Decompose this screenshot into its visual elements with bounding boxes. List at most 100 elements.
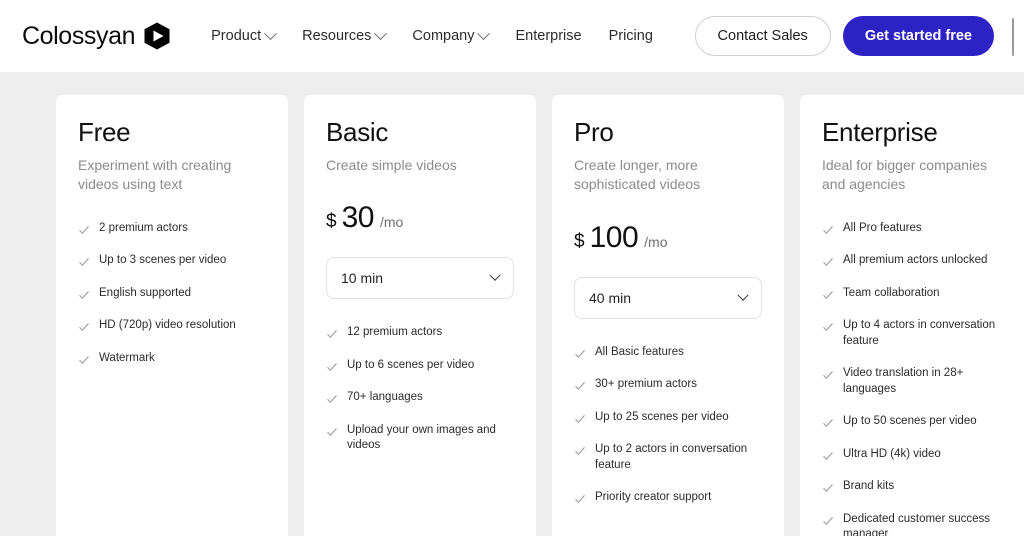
duration-select[interactable]: 40 min	[574, 276, 762, 319]
price-amount: 100	[589, 220, 639, 254]
feature-item: English supported	[78, 286, 266, 302]
price-period: /mo	[379, 214, 404, 231]
nav-item-label: Company	[412, 28, 475, 44]
feature-label: Up to 6 scenes per video	[347, 358, 475, 371]
feature-label: Dedicated customer success manager	[843, 512, 991, 536]
feature-label: Up to 2 actors in conversation feature	[595, 443, 748, 471]
pricing-page: Colossyan Product Resources Company Ente…	[0, 0, 1024, 536]
check-icon	[326, 425, 338, 437]
nav-item-enterprise[interactable]: Enterprise	[504, 20, 592, 52]
feature-label: 30+ premium actors	[595, 378, 697, 391]
duration-select[interactable]: 10 min	[326, 257, 514, 300]
plan-name: Enterprise	[822, 117, 938, 147]
plan-name: Free	[78, 117, 131, 147]
feature-label: All Pro features	[843, 221, 922, 234]
feature-item: Up to 4 actors in conversation feature	[822, 318, 1010, 349]
main-nav: Product Resources Company Enterprise Pri…	[200, 20, 664, 52]
check-icon	[574, 492, 586, 504]
plan-description: Experiment with creating videos using te…	[78, 157, 232, 193]
check-icon	[78, 255, 90, 267]
nav-item-product[interactable]: Product	[200, 20, 286, 52]
check-icon	[326, 360, 338, 372]
scrollbar-thumb[interactable]	[1012, 18, 1014, 56]
feature-label: All premium actors unlocked	[843, 254, 988, 267]
feature-label: English supported	[99, 286, 192, 299]
feature-label: Up to 25 scenes per video	[595, 410, 729, 423]
price-currency: $	[326, 211, 337, 233]
feature-label: Up to 4 actors in conversation feature	[843, 319, 996, 347]
feature-label: 2 premium actors	[99, 221, 188, 234]
pricing-cards: Free Experiment with creating videos usi…	[56, 95, 1024, 536]
feature-item: All Basic features	[574, 345, 762, 361]
colossyan-hexagon-play-logo-icon	[142, 21, 172, 51]
nav-item-label: Product	[211, 28, 262, 44]
price-amount: 30	[341, 201, 375, 235]
feature-item: Video translation in 28+ languages	[822, 366, 1010, 397]
check-icon	[822, 255, 834, 267]
feature-item: Up to 25 scenes per video	[574, 410, 762, 426]
feature-item: 12 premium actors	[326, 325, 514, 341]
check-icon	[822, 514, 834, 526]
check-icon	[822, 368, 834, 380]
plan-description: Ideal for bigger companies and agencies	[822, 157, 987, 193]
feature-list: 2 premium actors Up to 3 scenes per vide…	[78, 221, 266, 367]
feature-item: Up to 6 scenes per video	[326, 358, 514, 374]
plan-name: Pro	[574, 117, 614, 147]
get-started-free-button[interactable]: Get started free	[842, 16, 994, 56]
feature-item: All Pro features	[822, 221, 1010, 237]
feature-item: Dedicated customer success manager	[822, 512, 1010, 536]
check-icon	[822, 449, 834, 461]
feature-label: Brand kits	[843, 480, 895, 493]
chevron-down-icon	[477, 26, 491, 40]
feature-item: Up to 3 scenes per video	[78, 253, 266, 269]
feature-label: All Basic features	[595, 345, 684, 358]
brand-logo[interactable]: Colossyan	[22, 21, 172, 51]
feature-item: Watermark	[78, 351, 266, 367]
nav-item-label: Enterprise	[515, 28, 582, 44]
feature-item: Brand kits	[822, 479, 1010, 495]
nav-item-company[interactable]: Company	[401, 20, 499, 52]
feature-item: Team collaboration	[822, 286, 1010, 302]
duration-select-value: 40 min	[589, 289, 632, 306]
feature-list: 12 premium actors Up to 6 scenes per vid…	[326, 325, 514, 454]
chevron-down-icon	[737, 289, 749, 301]
feature-item: Ultra HD (4k) video	[822, 447, 1010, 463]
check-icon	[574, 412, 586, 424]
check-icon	[326, 392, 338, 404]
contact-sales-button[interactable]: Contact Sales	[694, 16, 831, 56]
feature-label: 70+ languages	[347, 391, 423, 404]
check-icon	[822, 416, 834, 428]
nav-item-resources[interactable]: Resources	[291, 20, 396, 52]
pricing-card-basic: Basic Create simple videos $ 30 /mo 10 m…	[304, 95, 536, 536]
pricing-card-free: Free Experiment with creating videos usi…	[56, 95, 288, 536]
plan-description: Create longer, more sophisticated videos	[574, 157, 701, 193]
feature-label: 12 premium actors	[347, 326, 443, 339]
header-actions: Contact Sales Get started free	[694, 0, 994, 72]
feature-label: Watermark	[99, 351, 155, 364]
feature-label: Priority creator support	[595, 491, 712, 504]
feature-item: 30+ premium actors	[574, 377, 762, 393]
feature-item: Priority creator support	[574, 490, 762, 506]
feature-label: Upload your own images and videos	[347, 423, 496, 452]
duration-select-value: 10 min	[341, 270, 384, 287]
check-icon	[822, 288, 834, 300]
pricing-card-enterprise: Enterprise Ideal for bigger companies an…	[800, 95, 1024, 536]
check-icon	[822, 320, 834, 332]
feature-label: Team collaboration	[843, 286, 940, 299]
pricing-card-pro: Pro Create longer, more sophisticated vi…	[552, 95, 784, 536]
feature-label: Up to 50 scenes per video	[843, 415, 977, 428]
feature-label: Ultra HD (4k) video	[843, 447, 941, 460]
nav-item-label: Pricing	[608, 28, 653, 44]
check-icon	[574, 379, 586, 391]
plan-price: $ 30 /mo	[326, 201, 514, 235]
chevron-down-icon	[489, 269, 501, 282]
price-period: /mo	[644, 233, 668, 250]
check-icon	[78, 353, 90, 365]
nav-item-label: Resources	[302, 28, 372, 44]
feature-item: All premium actors unlocked	[822, 253, 1010, 269]
plan-price: $ 100 /mo	[574, 221, 762, 255]
check-icon	[78, 320, 90, 332]
site-header: Colossyan Product Resources Company Ente…	[0, 0, 1024, 72]
feature-item: 70+ languages	[326, 390, 514, 406]
nav-item-pricing[interactable]: Pricing	[598, 20, 664, 52]
